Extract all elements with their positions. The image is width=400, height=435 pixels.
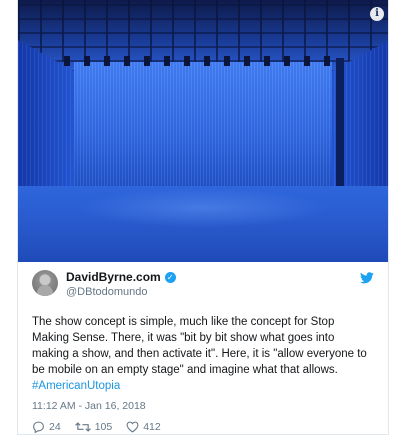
- reply-button[interactable]: 24: [32, 421, 61, 433]
- retweet-button[interactable]: 105: [74, 421, 113, 433]
- avatar[interactable]: [32, 270, 58, 296]
- photo-chain-curtain: [74, 62, 332, 187]
- like-button[interactable]: 412: [126, 421, 161, 433]
- verified-badge-icon: ✓: [164, 271, 176, 283]
- tweet-timestamp[interactable]: 11:12 AM - Jan 16, 2018: [32, 400, 376, 412]
- photo-pillar: [336, 58, 344, 193]
- like-count: 412: [143, 421, 161, 433]
- photo-lighting-rig: [18, 0, 388, 62]
- reply-icon: [33, 421, 44, 433]
- author-display-name[interactable]: DavidByrne.com: [66, 270, 161, 284]
- tweet-header: DavidByrne.com ✓ @DBtodomundo: [32, 268, 376, 312]
- retweet-icon: [74, 422, 91, 432]
- tweet-text: The show concept is simple, much like th…: [32, 316, 367, 376]
- hashtag-link[interactable]: #AmericanUtopia: [32, 378, 376, 394]
- reply-count: 24: [49, 421, 61, 433]
- info-icon[interactable]: i: [370, 7, 384, 21]
- retweet-count: 105: [94, 421, 113, 433]
- heart-icon: [126, 421, 139, 433]
- tweet-actions: 24 105 412: [32, 421, 376, 433]
- tweet-card: i DavidByrne.com ✓ @DBtodomundo The show…: [17, 0, 389, 435]
- twitter-bird-icon[interactable]: [360, 272, 374, 284]
- author-handle[interactable]: @DBtodomundo: [66, 286, 148, 298]
- tweet-body: DavidByrne.com ✓ @DBtodomundo The show c…: [18, 262, 388, 433]
- photo-stage-lights: [64, 56, 332, 66]
- tweet-photo[interactable]: i: [18, 0, 388, 262]
